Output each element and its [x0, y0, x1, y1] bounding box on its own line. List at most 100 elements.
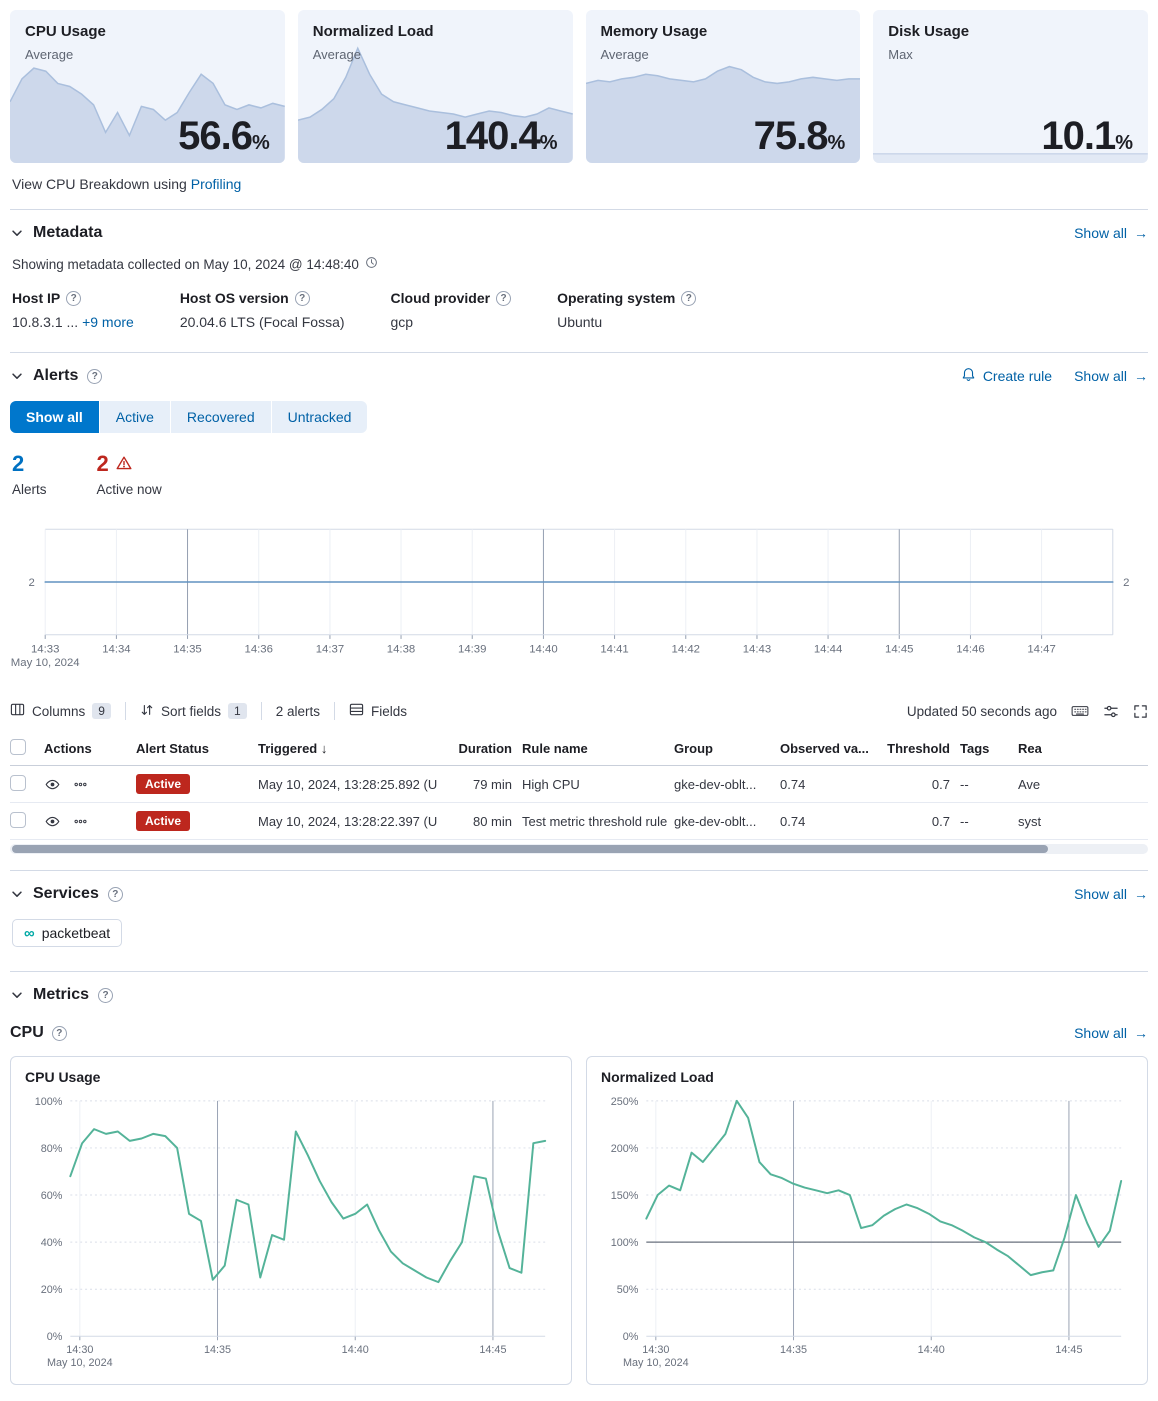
kpi-value: 10.1%: [1041, 114, 1133, 159]
chevron-down-icon[interactable]: [10, 988, 24, 1002]
chart-title: Normalized Load: [601, 1069, 1133, 1085]
host-details-page: CPU Usage Average 56.6% Normalized Load …: [0, 0, 1158, 1401]
metadata-fields: Host IP? 10.8.3.1 ... +9 more Host OS ve…: [12, 290, 1148, 330]
tab-recovered[interactable]: Recovered: [171, 401, 272, 433]
svg-text:2: 2: [1123, 577, 1129, 589]
svg-text:250%: 250%: [611, 1096, 639, 1108]
normalized-load-chart[interactable]: 0%50%100%150%200%250%14:30May 10, 202414…: [601, 1091, 1133, 1372]
metrics-section-title: Metrics: [33, 986, 89, 1004]
profiling-link[interactable]: Profiling: [191, 176, 242, 192]
toolbar-divider: [261, 702, 262, 720]
svg-text:14:40: 14:40: [918, 1344, 945, 1356]
svg-text:50%: 50%: [617, 1284, 639, 1296]
fullscreen-icon[interactable]: [1133, 704, 1148, 719]
metadata-field-host-ip: Host IP? 10.8.3.1 ... +9 more: [12, 290, 134, 330]
svg-text:60%: 60%: [41, 1190, 63, 1202]
cell-tags: --: [960, 806, 1018, 837]
tab-show-all[interactable]: Show all: [10, 401, 100, 433]
columns-icon: [10, 702, 25, 720]
question-icon[interactable]: ?: [108, 887, 123, 902]
view-alert-eye-icon[interactable]: [44, 777, 61, 792]
toolbar-divider: [125, 702, 126, 720]
kpi-card-cpu-usage[interactable]: CPU Usage Average 56.6%: [10, 10, 285, 163]
cell-reason: syst: [1018, 806, 1148, 837]
cell-group[interactable]: gke-dev-oblt...: [674, 769, 780, 800]
alerts-show-all-link[interactable]: Show all →: [1074, 368, 1148, 384]
metadata-field-cloud-provider: Cloud provider? gcp: [391, 290, 512, 330]
alerts-active-stat: 2 Active now: [97, 451, 162, 497]
sort-desc-icon: ↓: [321, 741, 328, 756]
question-icon[interactable]: ?: [66, 291, 81, 306]
columns-button[interactable]: Columns 9: [10, 702, 111, 720]
view-alert-eye-icon[interactable]: [44, 814, 61, 829]
question-icon[interactable]: ?: [295, 291, 310, 306]
horizontal-scrollbar[interactable]: [10, 844, 1148, 854]
row-checkbox[interactable]: [10, 775, 26, 791]
svg-text:14:35: 14:35: [204, 1344, 231, 1356]
kpi-subtitle: Average: [25, 47, 270, 62]
cell-group[interactable]: gke-dev-oblt...: [674, 806, 780, 837]
question-icon[interactable]: ?: [87, 369, 102, 384]
table-row: Active May 10, 2024, 13:28:22.397 (U 80 …: [10, 803, 1148, 840]
more-ips-link[interactable]: +9 more: [82, 314, 134, 330]
svg-text:0%: 0%: [47, 1331, 63, 1343]
tab-active[interactable]: Active: [100, 401, 171, 433]
display-options-icon[interactable]: [1103, 704, 1119, 719]
row-checkbox[interactable]: [10, 812, 26, 828]
fields-button[interactable]: Fields: [349, 702, 407, 720]
updated-ago-text: Updated 50 seconds ago: [907, 704, 1057, 719]
metadata-show-all-link[interactable]: Show all →: [1074, 225, 1148, 241]
kpi-title: CPU Usage: [25, 23, 270, 40]
svg-text:14:33: 14:33: [31, 643, 59, 655]
kpi-card-disk-usage[interactable]: Disk Usage Max 10.1%: [873, 10, 1148, 163]
create-rule-link[interactable]: Create rule: [961, 367, 1052, 385]
chevron-down-icon[interactable]: [10, 226, 24, 240]
question-icon[interactable]: ?: [681, 291, 696, 306]
services-show-all-link[interactable]: Show all →: [1074, 886, 1148, 902]
kpi-subtitle: Average: [313, 47, 558, 62]
alerts-table-toolbar: Columns 9 Sort fields 1 2 alerts Fields: [10, 702, 1148, 720]
profiling-note: View CPU Breakdown using Profiling: [12, 176, 1148, 192]
alerts-timeline-svg[interactable]: 14:33May 10, 202414:3414:3514:3614:3714:…: [10, 521, 1148, 676]
question-icon[interactable]: ?: [98, 988, 113, 1003]
select-all-checkbox[interactable]: [10, 739, 26, 755]
cell-triggered: May 10, 2024, 13:28:25.892 (U: [258, 769, 454, 800]
svg-text:14:38: 14:38: [387, 643, 415, 655]
more-actions-icon[interactable]: [73, 815, 88, 828]
normalized-load-chart-panel[interactable]: Normalized Load 0%50%100%150%200%250%14:…: [586, 1056, 1148, 1385]
svg-text:14:40: 14:40: [529, 643, 557, 655]
status-badge: Active: [136, 811, 190, 831]
col-triggered[interactable]: Triggered ↓: [258, 734, 454, 763]
metrics-cpu-show-all-link[interactable]: Show all →: [1074, 1025, 1148, 1041]
chevron-down-icon[interactable]: [10, 369, 24, 383]
alerts-table-header: Actions Alert Status Triggered ↓ Duratio…: [10, 732, 1148, 766]
arrow-right-icon: →: [1134, 368, 1148, 384]
svg-text:14:30: 14:30: [66, 1344, 93, 1356]
question-icon[interactable]: ?: [496, 291, 511, 306]
scrollbar-thumb[interactable]: [12, 845, 1048, 853]
cell-rule-name[interactable]: Test metric threshold rule: [522, 806, 674, 837]
metrics-charts-row: CPU Usage 0%20%40%60%80%100%14:30May 10,…: [10, 1056, 1148, 1385]
tab-untracked[interactable]: Untracked: [272, 401, 368, 433]
cell-duration: 80 min: [454, 806, 522, 837]
col-actions: Actions: [44, 734, 136, 763]
sort-fields-button[interactable]: Sort fields 1: [140, 703, 247, 720]
active-now-count: 2: [97, 451, 162, 477]
cpu-usage-chart[interactable]: 0%20%40%60%80%100%14:30May 10, 202414:35…: [25, 1091, 557, 1372]
more-actions-icon[interactable]: [73, 778, 88, 791]
kpi-card-memory-usage[interactable]: Memory Usage Average 75.8%: [586, 10, 861, 163]
col-tags: Tags: [960, 734, 1018, 763]
question-icon[interactable]: ?: [52, 1026, 67, 1041]
chevron-down-icon[interactable]: [10, 887, 24, 901]
service-chip-packetbeat[interactable]: ∞ packetbeat: [12, 919, 122, 947]
cpu-usage-chart-panel[interactable]: CPU Usage 0%20%40%60%80%100%14:30May 10,…: [10, 1056, 572, 1385]
svg-text:14:45: 14:45: [479, 1344, 506, 1356]
svg-text:14:34: 14:34: [102, 643, 130, 655]
kpi-card-normalized-load[interactable]: Normalized Load Average 140.4%: [298, 10, 573, 163]
arrow-right-icon: →: [1134, 1025, 1148, 1041]
cell-rule-name[interactable]: High CPU: [522, 769, 674, 800]
svg-text:14:39: 14:39: [458, 643, 486, 655]
keyboard-shortcuts-icon[interactable]: [1071, 704, 1089, 718]
alerts-timeline-chart[interactable]: 14:33May 10, 202414:3414:3514:3614:3714:…: [10, 521, 1148, 676]
cell-reason: Ave: [1018, 769, 1148, 800]
